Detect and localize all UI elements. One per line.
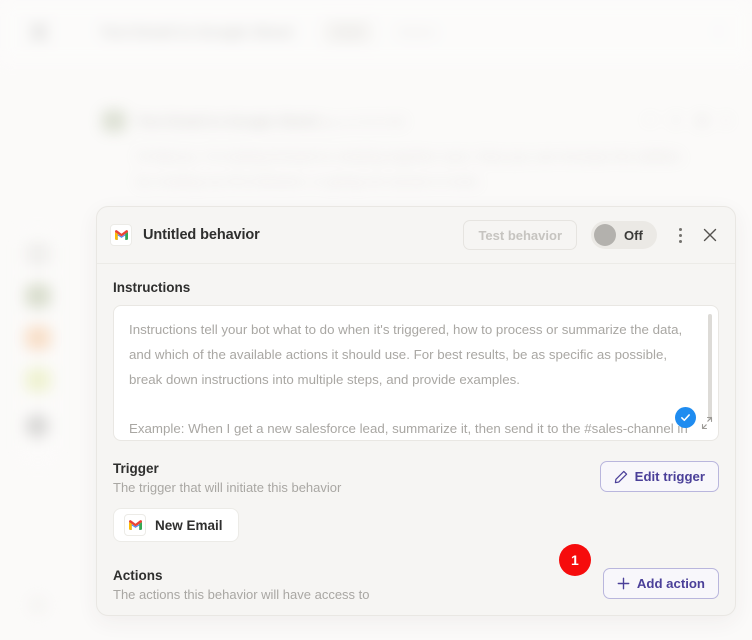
backdrop-message-meta: Today at 10:24 AM (306, 115, 406, 129)
pencil-icon (614, 470, 628, 484)
test-behavior-button[interactable]: Test behavior (463, 220, 577, 250)
app-logo-icon (26, 19, 52, 45)
backdrop-topbar-menu-icon[interactable]: ⋮ (711, 24, 726, 39)
actions-heading: Actions (113, 568, 163, 583)
backdrop-copy-icon[interactable]: ▣ (696, 112, 708, 128)
trigger-text-group: Trigger The trigger that will initiate t… (113, 461, 341, 495)
backdrop-reply-icon[interactable]: ↩ (645, 112, 656, 128)
sidebar-icon-note[interactable] (25, 368, 51, 392)
trigger-section: Trigger The trigger that will initiate t… (113, 461, 719, 495)
sidebar-icon-globe[interactable] (25, 414, 49, 438)
trigger-chip-label: New Email (155, 517, 223, 533)
instructions-paragraph: Example: When I get a new salesforce lea… (129, 421, 688, 436)
sidebar-icon-leaf[interactable] (25, 284, 51, 308)
instructions-paragraph: Instructions tell your bot what to do wh… (129, 322, 683, 387)
add-action-group: 1 Add action (558, 544, 719, 599)
add-action-button[interactable]: Add action (602, 568, 719, 599)
add-action-label: Add action (636, 576, 705, 591)
actions-text-group: Actions The actions this behavior will h… (113, 568, 370, 602)
app-top-bar: Text Email to Google Sheet Draft Actions… (0, 0, 752, 64)
edit-trigger-button[interactable]: Edit trigger (599, 461, 719, 492)
instructions-input[interactable]: Instructions tell your bot what to do wh… (113, 305, 719, 441)
trigger-heading: Trigger (113, 461, 159, 476)
behavior-title: Untitled behavior (143, 227, 260, 243)
backdrop-message-body: Hi Marcus, I'm looking forward to meetin… (136, 149, 682, 189)
step-badge-1: 1 (558, 544, 591, 576)
behavior-enable-toggle[interactable]: Off (591, 221, 657, 249)
kebab-dot (678, 239, 682, 243)
actions-description: The actions this behavior will have acce… (113, 587, 370, 602)
kebab-dot (678, 233, 682, 237)
backdrop-message-sender: Text Email to Google Sheet (136, 113, 317, 129)
gmail-icon (124, 514, 146, 536)
backdrop-app-title: Text Email to Google Sheet (100, 23, 294, 41)
instructions-scrollbar[interactable] (708, 314, 712, 432)
close-icon[interactable] (699, 224, 721, 246)
instructions-label: Instructions (113, 280, 191, 295)
sidebar-icon-apps[interactable] (25, 242, 51, 266)
trigger-description: The trigger that will initiate this beha… (113, 480, 342, 495)
behavior-card-header: Untitled behavior Test behavior Off (97, 207, 735, 264)
backdrop-bottom-avatar[interactable] (28, 595, 48, 615)
backdrop-pill-secondary[interactable]: Actions (385, 20, 448, 44)
toggle-knob (594, 224, 616, 246)
toggle-state-label: Off (624, 227, 643, 243)
backdrop-star-icon[interactable]: ★ (670, 112, 682, 128)
check-circle-icon[interactable] (675, 407, 696, 428)
scrollbar-thumb[interactable] (708, 314, 712, 420)
behavior-card-body: Instructions Instructions tell your bot … (97, 264, 735, 602)
backdrop-sidebar (18, 228, 58, 466)
plus-icon (617, 577, 630, 590)
resize-handle-icon[interactable] (701, 416, 713, 430)
kebab-dot (678, 227, 682, 231)
backdrop-message-actions[interactable]: ↩ ★ ▣ ● (645, 112, 730, 128)
behavior-card: Untitled behavior Test behavior Off Inst… (96, 206, 736, 616)
instructions-placeholder: Instructions tell your bot what to do wh… (114, 306, 718, 440)
backdrop-pill-primary[interactable]: Draft (323, 20, 374, 44)
gmail-icon (110, 224, 132, 246)
edit-trigger-label: Edit trigger (634, 469, 705, 484)
backdrop-message-avatar (102, 110, 126, 132)
sidebar-icon-folder[interactable] (25, 326, 51, 350)
trigger-chip-new-email[interactable]: New Email (113, 508, 239, 542)
kebab-menu-icon[interactable] (671, 224, 689, 246)
actions-section: Actions The actions this behavior will h… (113, 544, 719, 602)
backdrop-more-icon[interactable]: ● (722, 112, 730, 128)
